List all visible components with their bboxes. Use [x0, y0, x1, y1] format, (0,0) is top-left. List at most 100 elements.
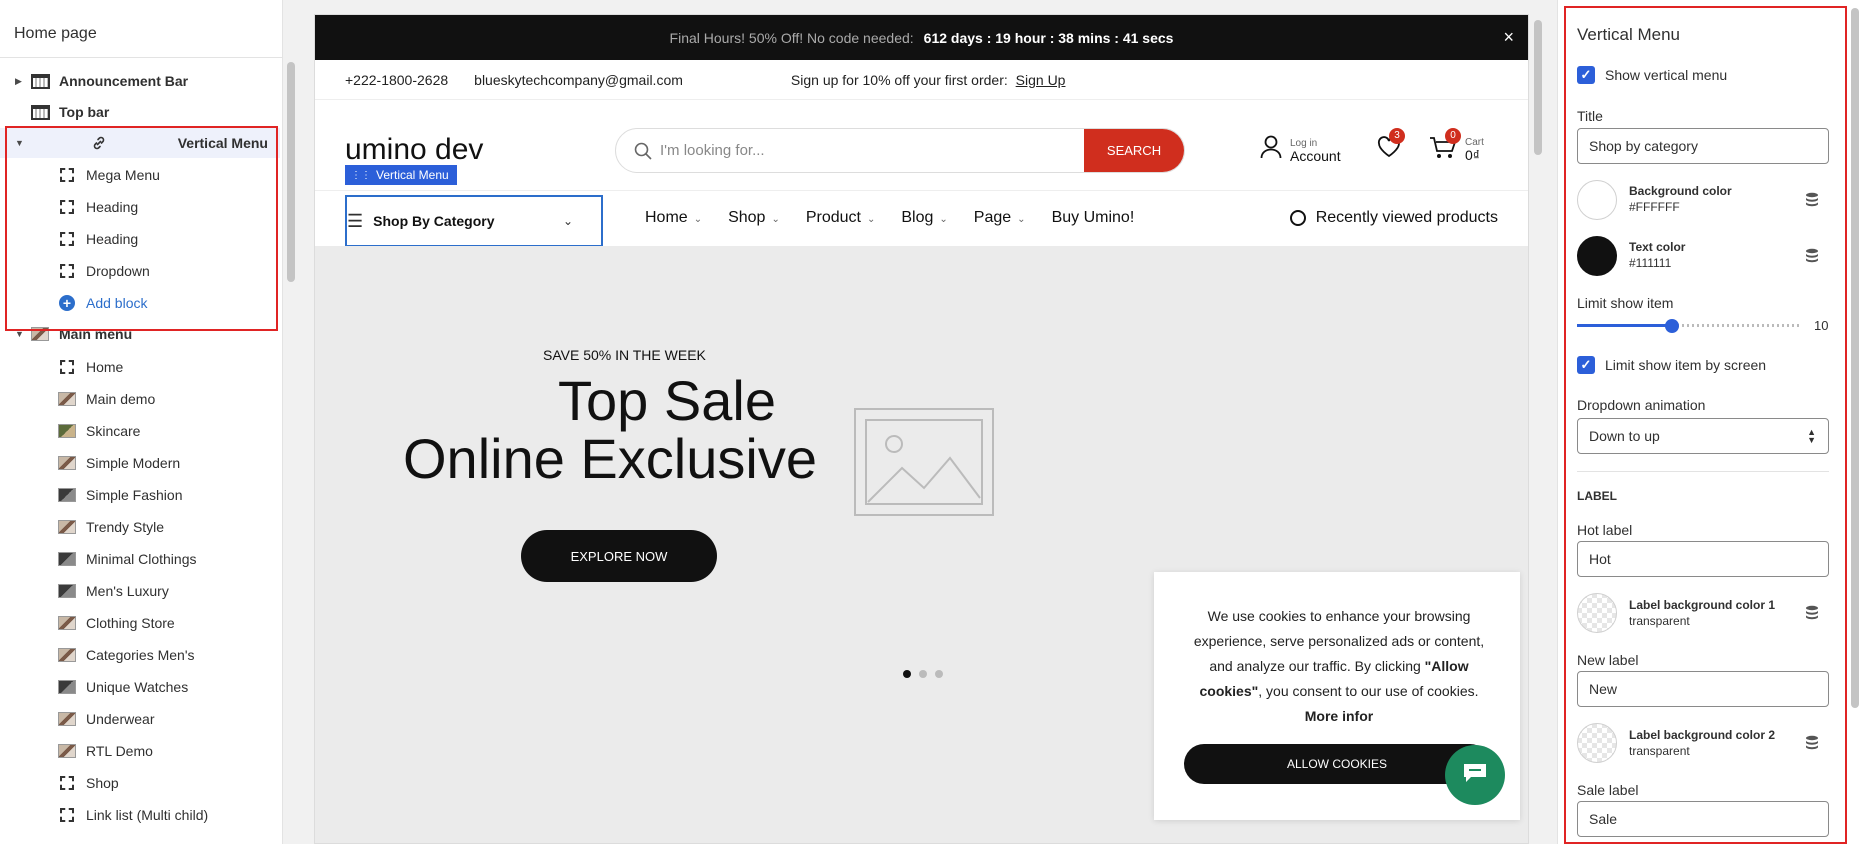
add-block-button[interactable]: + Add block: [0, 288, 280, 318]
limit-show-item-label: Limit show item: [1577, 295, 1674, 311]
chevron-down-icon: ⌄: [562, 214, 573, 228]
tree-block-heading[interactable]: Heading: [0, 192, 280, 222]
background-color-swatch[interactable]: [1577, 180, 1617, 220]
section-icon: [30, 104, 50, 120]
vertical-menu-toggle[interactable]: ☰ Shop By Category ⌄: [345, 195, 603, 247]
text-color-label: Text color #111111: [1629, 240, 1686, 270]
chevron-down-icon: ⌄: [866, 214, 876, 225]
label-bg-color-1-swatch[interactable]: [1577, 593, 1617, 633]
slide-dot[interactable]: [935, 670, 943, 678]
plus-circle-icon: +: [57, 295, 77, 311]
tree-block-rtl-demo[interactable]: RTL Demo: [0, 736, 280, 766]
settings-panel: Vertical Menu ✓ Show vertical menu Title…: [1557, 0, 1861, 844]
store-logo[interactable]: umino dev: [345, 133, 483, 167]
settings-scrollbar[interactable]: [1851, 8, 1859, 708]
sidebar-scrollbar[interactable]: [287, 62, 295, 282]
tree-block-minimal-clothings[interactable]: Minimal Clothings: [0, 544, 280, 574]
allow-cookies-button[interactable]: ALLOW COOKIES: [1184, 744, 1490, 784]
phone-number[interactable]: +222-1800-2628: [345, 72, 448, 88]
tree-block-home[interactable]: Home: [0, 352, 280, 382]
nav-item-page[interactable]: Page ⌄: [974, 209, 1026, 227]
limit-by-screen-checkbox[interactable]: ✓ Limit show item by screen: [1577, 356, 1827, 374]
link-icon: [89, 135, 109, 151]
tree-item-announcement-bar[interactable]: ▶ Announcement Bar: [0, 66, 280, 96]
tree-block-simple-fashion[interactable]: Simple Fashion: [0, 480, 280, 510]
announcement-bar: Final Hours! 50% Off! No code needed: 61…: [315, 15, 1528, 60]
close-icon[interactable]: ×: [1503, 27, 1514, 48]
wishlist-button[interactable]: 3: [1377, 128, 1405, 163]
chevron-down-icon: ⌄: [939, 214, 948, 225]
hot-label-input[interactable]: Hot: [1577, 541, 1829, 577]
hamburger-icon: ☰: [347, 210, 364, 231]
thumbnail-icon: [57, 647, 77, 663]
show-vertical-menu-checkbox[interactable]: ✓ Show vertical menu: [1577, 66, 1827, 84]
title-label: Title: [1577, 108, 1603, 124]
tree-block-trendy-style[interactable]: Trendy Style: [0, 512, 280, 542]
tree-block-unique-watches[interactable]: Unique Watches: [0, 672, 280, 702]
tree-block-mens-luxury[interactable]: Men's Luxury: [0, 576, 280, 606]
title-input[interactable]: Shop by category: [1577, 128, 1829, 164]
slide-dot[interactable]: [919, 670, 927, 678]
nav-item-product[interactable]: Product ⌄: [806, 209, 876, 227]
tree-item-vertical-menu[interactable]: ▼ Vertical Menu: [0, 128, 280, 158]
announcement-text: Final Hours! 50% Off! No code needed:: [669, 29, 914, 46]
slide-dot[interactable]: [903, 670, 911, 678]
explore-now-button[interactable]: EXPLORE NOW: [521, 530, 717, 582]
text-color-swatch[interactable]: [1577, 236, 1617, 276]
slider-handle[interactable]: [1665, 319, 1679, 333]
caret-down-icon[interactable]: ▼: [15, 138, 24, 148]
hero-eyebrow: SAVE 50% IN THE WEEK: [543, 347, 706, 363]
chat-button[interactable]: [1445, 745, 1505, 805]
database-icon[interactable]: [1805, 605, 1819, 621]
new-label-input[interactable]: New: [1577, 671, 1829, 707]
recently-viewed-link[interactable]: Recently viewed products: [1289, 209, 1498, 227]
tree-item-top-bar[interactable]: Top bar: [0, 97, 280, 127]
nav-item-shop[interactable]: Shop ⌄: [728, 209, 780, 227]
nav-item-buy-umino[interactable]: Buy Umino!: [1052, 209, 1135, 227]
account-link[interactable]: Log in Account: [1260, 135, 1341, 164]
nav-item-blog[interactable]: Blog ⌄: [901, 209, 947, 227]
database-icon[interactable]: [1805, 248, 1819, 264]
email-address[interactable]: blueskytechcompany@gmail.com: [474, 72, 683, 88]
cart-button[interactable]: 0 Cart 0₫: [1429, 128, 1484, 165]
thumbnail-icon: [57, 423, 77, 439]
tree-block-underwear[interactable]: Underwear: [0, 704, 280, 734]
editor-section-tag[interactable]: ⋮⋮ Vertical Menu: [345, 165, 457, 185]
search-input[interactable]: I'm looking for...: [660, 142, 1084, 159]
chat-bubble-icon: [1461, 761, 1489, 790]
tree-block-heading[interactable]: Heading: [0, 224, 280, 254]
tree-block-categories-mens[interactable]: Categories Men's: [0, 640, 280, 670]
limit-show-item-slider[interactable]: [1577, 319, 1802, 333]
tree-block-link-list[interactable]: Link list (Multi child): [0, 800, 280, 830]
signup-link[interactable]: Sign Up: [1016, 72, 1066, 88]
wishlist-count-badge: 3: [1389, 128, 1405, 144]
nav-item-home[interactable]: Home ⌄: [645, 209, 702, 227]
sale-label-input[interactable]: Sale: [1577, 801, 1829, 837]
signup-promo: Sign up for 10% off your first order: Si…: [790, 71, 1066, 88]
label-bg-color-2-label: Label background color 2 transparent: [1629, 728, 1776, 758]
checkmark-icon: ✓: [1577, 66, 1595, 84]
slide-dots: [903, 670, 951, 678]
tree-block-clothing-store[interactable]: Clothing Store: [0, 608, 280, 638]
tree-block-skincare[interactable]: Skincare: [0, 416, 280, 446]
tree-item-main-menu[interactable]: ▼ Main menu: [0, 319, 280, 349]
database-icon[interactable]: [1805, 735, 1819, 751]
thumbnail-icon: [57, 583, 77, 599]
more-info-link[interactable]: More infor: [1305, 708, 1373, 724]
tree-block-mega-menu[interactable]: Mega Menu: [0, 160, 280, 190]
database-icon[interactable]: [1805, 192, 1819, 208]
dropdown-animation-select[interactable]: Down to up ▲ ▼: [1577, 418, 1829, 454]
block-icon: [57, 775, 77, 791]
tree-block-dropdown[interactable]: Dropdown: [0, 256, 280, 286]
section-icon: [30, 73, 50, 89]
tree-block-main-demo[interactable]: Main demo: [0, 384, 280, 414]
search-icon: [634, 142, 652, 160]
caret-right-icon[interactable]: ▶: [15, 76, 24, 87]
tree-block-shop[interactable]: Shop: [0, 768, 280, 798]
preview-scrollbar[interactable]: [1534, 20, 1542, 155]
top-bar: +222-1800-2628 blueskytechcompany@gmail.…: [315, 60, 1528, 100]
caret-down-icon[interactable]: ▼: [15, 329, 24, 339]
search-button[interactable]: SEARCH: [1084, 129, 1184, 172]
tree-block-simple-modern[interactable]: Simple Modern: [0, 448, 280, 478]
label-bg-color-2-swatch[interactable]: [1577, 723, 1617, 763]
